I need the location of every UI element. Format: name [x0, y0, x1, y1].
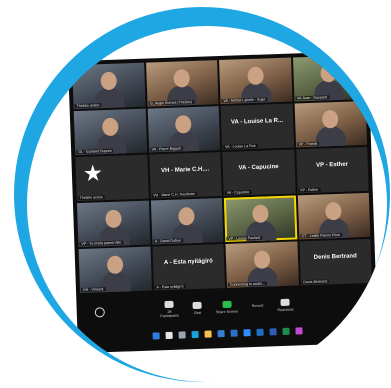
explorer-icon[interactable]: [204, 329, 212, 338]
participant-video-head: [178, 207, 196, 226]
task-view-icon[interactable]: [178, 330, 186, 339]
participant-name-label: GH - Vincent: [80, 287, 106, 293]
zoom-icon[interactable]: [243, 328, 251, 336]
participant-tile[interactable]: Théâtre action: [75, 154, 149, 202]
participant-tile[interactable]: VA Jean - Gaspard: [292, 54, 366, 102]
participant-display-name: VP - Esther: [315, 161, 349, 169]
participant-tile[interactable]: CT - Leslie Flamm Piton: [297, 192, 371, 240]
participant-video-head: [104, 209, 122, 229]
outlook-icon[interactable]: [256, 328, 264, 336]
participant-display-name: Denis Bertrand: [313, 253, 357, 261]
word-icon[interactable]: [269, 327, 277, 335]
store-icon[interactable]: [217, 329, 225, 337]
participant-video-body: [315, 125, 347, 148]
reactions-button[interactable]: Reactions: [277, 298, 294, 312]
star-logo-icon: [84, 164, 103, 183]
participant-tile[interactable]: VP - Esther VP - Esther: [295, 146, 369, 194]
edge-icon[interactable]: [191, 330, 199, 338]
participant-tile[interactable]: VA - Pierre Bigault: [147, 106, 221, 153]
windows-taskbar: [81, 321, 373, 345]
participant-video-head: [100, 71, 117, 91]
participant-tile[interactable]: VP - Franck: [294, 100, 368, 148]
participant-tile[interactable]: Connecting to audio...: [225, 241, 299, 288]
participant-video-head: [101, 117, 119, 137]
excel-icon[interactable]: [282, 327, 290, 335]
share-screen-button[interactable]: Share Screen: [216, 300, 238, 314]
participant-name-label: Denis Bertrand: [301, 279, 330, 285]
participant-display-name: VA - Capucine: [238, 164, 279, 172]
toolbar-label: Reactions: [277, 307, 294, 312]
participant-tile[interactable]: GH - Vincent: [78, 246, 152, 294]
participant-name-label: VA - Louise La Rue: [223, 143, 258, 149]
toolbar-label: Share Screen: [215, 309, 238, 314]
participant-name-label: VP - Franck: [296, 141, 320, 147]
participant-video-head: [175, 115, 192, 134]
participant-display-name: VH - Marie C.H....: [161, 166, 210, 175]
participant-video-head: [106, 255, 124, 275]
windows-start-icon[interactable]: [152, 331, 160, 340]
toolbar-label: Record: [251, 303, 264, 309]
toolbar-label: Chat: [193, 310, 202, 315]
participant-tile[interactable]: VP - Yo Imida parent Alle: [76, 200, 150, 248]
zoom-meeting-window: Théâtre action G_Augis Gomes (Théâtre) VA …: [67, 50, 379, 354]
participant-tile[interactable]: VA - Capucine VA - Capucine: [222, 149, 296, 196]
participant-video-head: [251, 204, 269, 223]
participant-display-name: VA - Louise La R...: [230, 117, 284, 126]
app-icon[interactable]: [295, 326, 303, 335]
photo-frame: Théâtre action G_Augis Gomes (Théâtre) VA …: [27, 26, 387, 382]
chat-button[interactable]: Chat: [192, 301, 202, 315]
participant-name-label: VA - Capucine: [224, 190, 252, 195]
participant-tile[interactable]: VA - Michel Labelle - Sujet: [219, 57, 293, 105]
participant-name-label: A - Esta nyilágíró: [154, 284, 186, 290]
participant-tile[interactable]: Théâtre action: [72, 62, 146, 110]
participant-tile[interactable]: A - Esta nyilágíró A - Esta nyilágíró: [152, 244, 226, 291]
participant-name-label: Théâtre action: [77, 195, 105, 201]
video-grid: Théâtre action G_Augis Gomes (Théâtre) VA …: [72, 54, 372, 294]
chat-icon: [192, 301, 202, 309]
reactions-icon: [280, 298, 290, 306]
mail-icon[interactable]: [230, 329, 238, 337]
participant-video-head: [320, 63, 338, 83]
toolbar-label: Participants: [160, 313, 180, 318]
participant-tile[interactable]: GL - Gutrand Dupont: [73, 108, 147, 156]
participant-video-head: [247, 66, 264, 86]
participant-tile[interactable]: Denis Bertrand Denis Bertrand: [298, 238, 372, 286]
participant-video-head: [322, 109, 339, 129]
search-icon[interactable]: [165, 331, 173, 339]
record-button[interactable]: Record: [94, 303, 264, 318]
participant-tile[interactable]: VH - Marie C.H.... VH - Marie C.H. Touche…: [148, 152, 222, 199]
participant-name-label: VP - Esther: [298, 187, 321, 193]
participant-video-head: [173, 69, 191, 88]
share-screen-icon: [222, 300, 232, 308]
participant-tile[interactable]: VA - Louise La R... VA - Louise La Rue: [220, 103, 294, 150]
record-icon: [94, 307, 105, 318]
participant-tile[interactable]: G_Augis Gomes (Théâtre): [145, 60, 219, 107]
participant-tile[interactable]: A - David Dufour: [150, 198, 224, 245]
participants-icon: [164, 300, 174, 308]
participant-video-head: [253, 250, 271, 269]
participant-video-head: [325, 201, 342, 221]
participant-name-label: VH - Marie C.H. Touchette: [151, 191, 198, 198]
meeting-toolbar: 28 Participants Chat Share Screen Record Reac…: [80, 291, 373, 323]
participant-display-name: A - Esta nyilágíró: [163, 258, 213, 267]
participant-tile[interactable]: VP - Louise Paulard: [223, 195, 297, 242]
participants-button[interactable]: 28 Participants: [160, 300, 179, 318]
